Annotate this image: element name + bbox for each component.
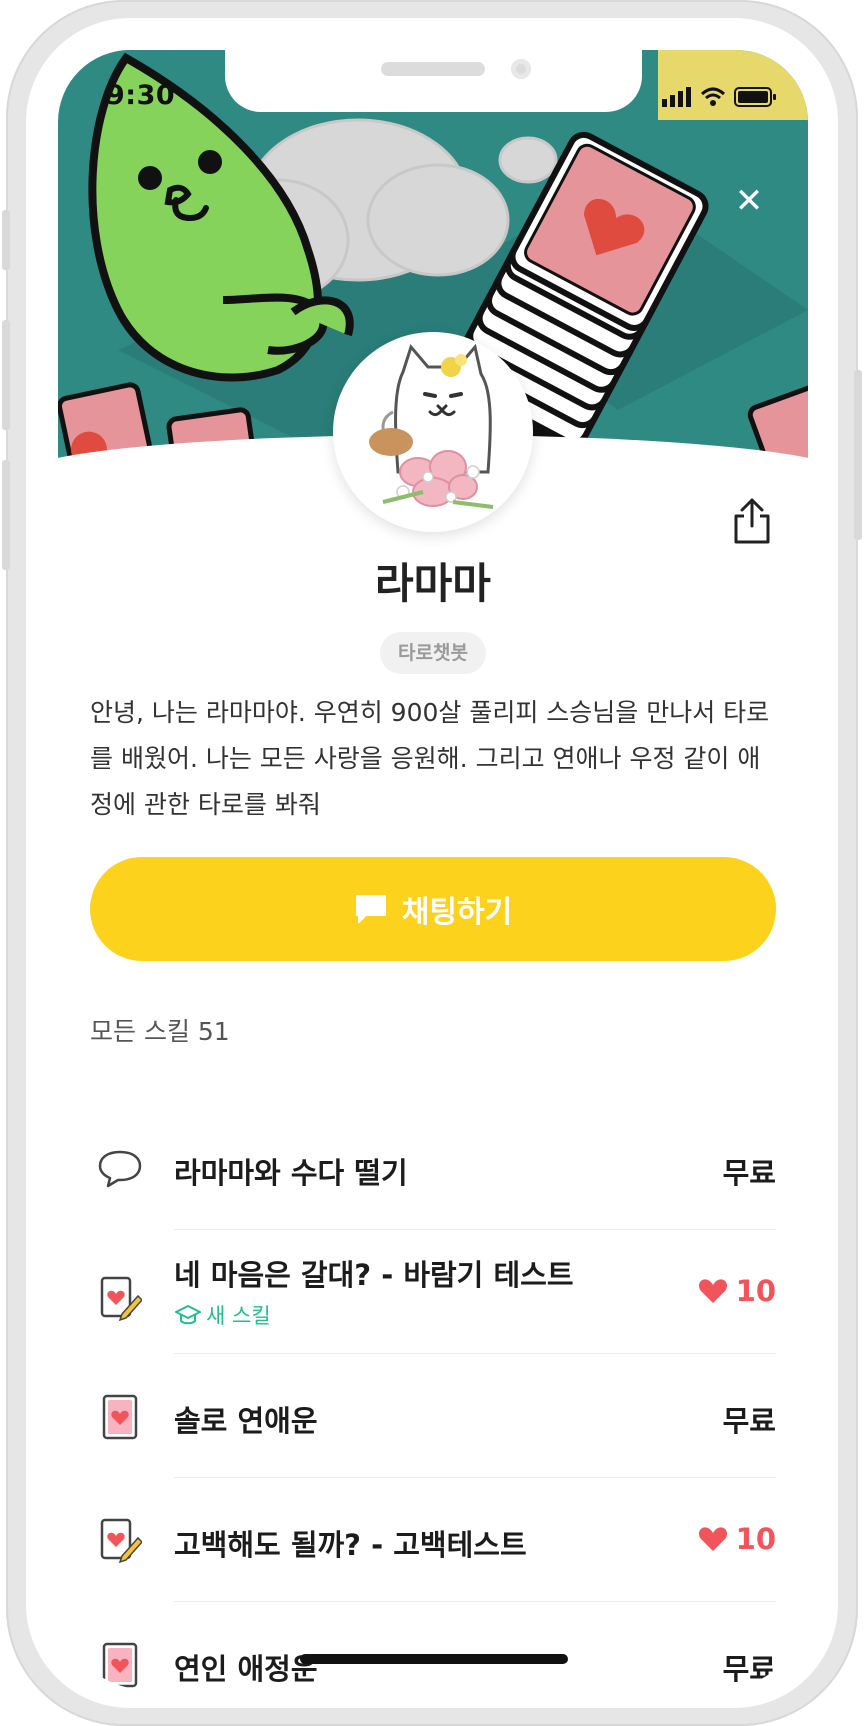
skill-price: 10	[698, 1522, 776, 1556]
screen: ✕ 9:30 라마마 타로챗봇 안녕, 나는 라마마야. 우연히 900살 풀리…	[58, 50, 808, 1690]
front-camera	[511, 59, 531, 79]
volume-up-button	[2, 320, 10, 430]
status-icons	[662, 86, 778, 108]
card-pencil-icon	[100, 1518, 142, 1564]
heart-icon	[698, 1279, 727, 1303]
skill-row[interactable]: 고백해도 될까? - 고백테스트 10	[90, 1478, 776, 1602]
new-skill-badge: 새 스킬	[174, 1300, 271, 1330]
skill-price: 무료	[722, 1156, 776, 1190]
chat-bubble-icon	[355, 895, 386, 923]
chat-button-label: 채팅하기	[401, 895, 513, 930]
new-skill-label: 새 스킬	[206, 1304, 271, 1328]
speaker-grille	[381, 62, 485, 76]
skill-row[interactable]: 솔로 연애운 무료	[90, 1354, 776, 1478]
device-notch	[225, 50, 642, 112]
skill-row[interactable]: 네 마음은 갈대? - 바람기 테스트 새 스킬 10	[90, 1230, 776, 1354]
profile-description: 안녕, 나는 라마마야. 우연히 900살 풀리피 스승님을 만나서 타로를 배…	[90, 698, 770, 819]
skill-title: 연인 애정운	[174, 1652, 318, 1686]
skill-title: 고백해도 될까? - 고백테스트	[174, 1528, 527, 1562]
heart-card-icon	[102, 1642, 138, 1688]
skill-price-value: 10	[735, 1522, 776, 1556]
graduation-cap-icon	[175, 1305, 201, 1325]
skill-title: 라마마와 수다 떨기	[174, 1156, 408, 1190]
close-button[interactable]: ✕	[728, 180, 770, 222]
home-indicator[interactable]	[300, 1654, 568, 1664]
wifi-icon	[700, 87, 726, 106]
power-button	[854, 370, 862, 540]
skill-title: 네 마음은 갈대? - 바람기 테스트	[174, 1258, 574, 1292]
skill-price: 무료	[722, 1652, 776, 1686]
card-pencil-icon	[100, 1276, 142, 1322]
profile-tag: 타로챗봇	[380, 632, 486, 674]
share-icon[interactable]	[730, 496, 774, 546]
chat-button[interactable]: 채팅하기	[90, 857, 776, 961]
skill-row[interactable]: 연인 애정운 무료	[90, 1602, 776, 1690]
battery-icon	[734, 87, 776, 107]
profile-name: 라마마	[375, 559, 491, 608]
cat-avatar-illustration	[369, 343, 494, 509]
skill-price-value: 10	[735, 1274, 776, 1308]
skill-row[interactable]: 라마마와 수다 떨기 무료	[90, 1106, 776, 1230]
heart-icon	[698, 1527, 727, 1551]
skill-price: 10	[698, 1274, 776, 1308]
status-time: 9:30	[106, 80, 176, 111]
mute-switch	[2, 210, 10, 270]
skill-title: 솔로 연애운	[174, 1404, 318, 1438]
signal-icon	[662, 87, 691, 107]
volume-down-button	[2, 460, 10, 570]
speech-bubble-icon	[98, 1150, 142, 1188]
skill-price: 무료	[722, 1404, 776, 1438]
heart-card-icon	[102, 1394, 138, 1440]
avatar	[333, 332, 533, 532]
skills-header: 모든 스킬 51	[90, 1017, 230, 1046]
